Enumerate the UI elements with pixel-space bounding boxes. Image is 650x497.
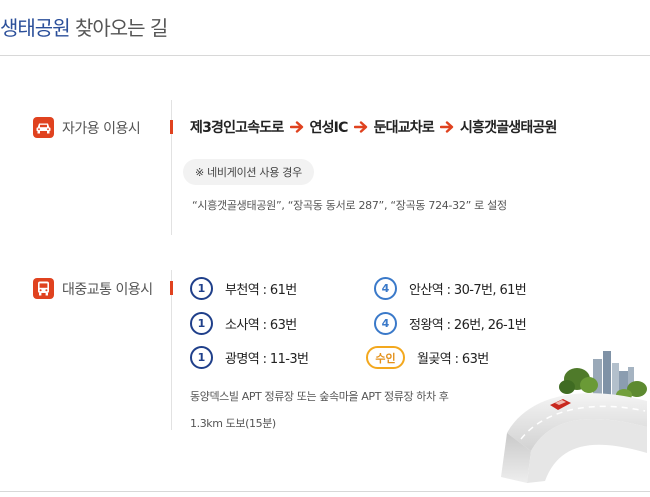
station-item: 수인 월곶역 : 63번 [366, 346, 489, 369]
line-4-badge: 4 [374, 312, 397, 335]
page-title-highlight: 생태공원 [0, 16, 71, 40]
station-text: 소사역 : 63번 [225, 318, 297, 333]
station-text: 월곶역 : 63번 [417, 352, 489, 367]
route-step: 연성IC [309, 120, 349, 136]
route-step: 둔대교차로 [373, 120, 435, 136]
walk-note: 1.3km 도보(15분) [190, 417, 276, 430]
route-arrow-icon [353, 121, 368, 133]
station-item: 1 소사역 : 63번 [190, 312, 297, 335]
transit-section-title: 대중교통 이용시 [62, 281, 153, 298]
transit-section-label: 대중교통 이용시 [33, 278, 153, 299]
station-text: 정왕역 : 26번, 26-1번 [409, 318, 527, 333]
line-1-badge: 1 [190, 312, 213, 335]
car-icon [33, 117, 54, 138]
route-step: 시흥갯골생태공원 [459, 120, 557, 136]
station-item: 4 안산역 : 30-7번, 61번 [374, 277, 527, 300]
bus-icon [33, 278, 54, 299]
car-section-marker [170, 120, 173, 134]
station-text: 광명역 : 11-3번 [225, 352, 309, 367]
navigation-note: “시흥갯골생태공원”, “장곡동 동서로 287”, “장곡동 724-32” … [192, 199, 507, 212]
bottom-divider [0, 491, 650, 492]
car-route: 제3경인고속도로 연성IC 둔대교차로 시흥갯골생태공원 [190, 117, 557, 137]
route-arrow-icon [289, 121, 304, 133]
car-section-label: 자가용 이용시 [33, 117, 141, 138]
line-1-badge: 1 [190, 277, 213, 300]
page-title-rest: 찾아오는 길 [74, 16, 168, 40]
station-item: 1 부천역 : 61번 [190, 277, 297, 300]
line-4-badge: 4 [374, 277, 397, 300]
page-title: 생태공원 찾아오는 길 [0, 12, 168, 41]
station-item: 1 광명역 : 11-3번 [190, 346, 309, 369]
line-1-badge: 1 [190, 346, 213, 369]
station-text: 부천역 : 61번 [225, 283, 297, 298]
bus-stop-note: 동양덱스빌 APT 정류장 또는 숲속마을 APT 정류장 하차 후 [190, 390, 449, 403]
car-section-title: 자가용 이용시 [62, 120, 141, 137]
suin-line-badge: 수인 [366, 346, 405, 369]
station-text: 안산역 : 30-7번, 61번 [409, 283, 527, 298]
navigation-badge: ※ 네비게이션 사용 경우 [183, 159, 314, 185]
transit-section-marker [170, 281, 173, 295]
route-arrow-icon [439, 121, 454, 133]
road-city-illustration [501, 351, 647, 483]
station-item: 4 정왕역 : 26번, 26-1번 [374, 312, 527, 335]
title-divider [0, 55, 650, 56]
route-step: 제3경인고속도로 [190, 120, 284, 136]
